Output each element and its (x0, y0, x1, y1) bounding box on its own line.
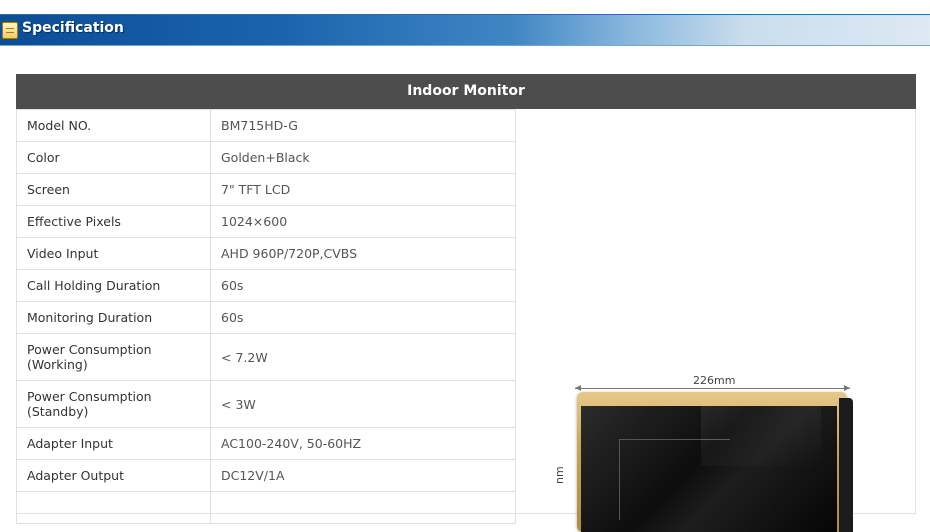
spec-value: BM715HD-G (210, 109, 516, 142)
table-row: Screen 7" TFT LCD (16, 173, 516, 206)
device-screen (581, 406, 837, 532)
spec-value: 1024×600 (210, 205, 516, 238)
spec-label (16, 491, 211, 524)
spec-table: Model NO. BM715HD-G Color Golden+Black S… (16, 109, 516, 524)
width-dimension-label: 226mm (693, 374, 736, 387)
spec-value: DC12V/1A (210, 459, 516, 492)
spec-value: AC100-240V, 50-60HZ (210, 427, 516, 460)
spec-value (210, 491, 516, 524)
table-icon (2, 22, 18, 39)
spec-value: 60s (210, 269, 516, 302)
spec-label: Call Holding Duration (16, 269, 211, 302)
table-row: Monitoring Duration 60s (16, 301, 516, 334)
table-row: Power Consumption (Working) < 7.2W (16, 333, 516, 381)
spec-value: AHD 960P/720P,CVBS (210, 237, 516, 270)
width-dimension-arrow (575, 385, 850, 391)
spec-label: Adapter Output (16, 459, 211, 492)
section-title: Specification (22, 20, 124, 36)
spec-label: Adapter Input (16, 427, 211, 460)
height-dimension-label: nm (553, 466, 566, 484)
table-row: Model NO. BM715HD-G (16, 109, 516, 142)
spec-label: Model NO. (16, 109, 211, 142)
indoor-monitor-device (577, 392, 853, 532)
table-row: Power Consumption (Standby) < 3W (16, 380, 516, 428)
table-row: Adapter Input AC100-240V, 50-60HZ (16, 427, 516, 460)
table-row: Call Holding Duration 60s (16, 269, 516, 302)
product-image: 226mm nm (553, 370, 885, 532)
table-row: Effective Pixels 1024×600 (16, 205, 516, 238)
spec-label: Color (16, 141, 211, 174)
spec-value: 60s (210, 301, 516, 334)
spec-label: Power Consumption (Working) (16, 333, 211, 381)
spec-value: 7" TFT LCD (210, 173, 516, 206)
spec-label: Video Input (16, 237, 211, 270)
spec-label: Monitoring Duration (16, 301, 211, 334)
spec-value: Golden+Black (210, 141, 516, 174)
panel-title: Indoor Monitor (16, 74, 916, 109)
table-row: Color Golden+Black (16, 141, 516, 174)
spec-label: Power Consumption (Standby) (16, 380, 211, 428)
spec-value: < 7.2W (210, 333, 516, 381)
spec-value: < 3W (210, 380, 516, 428)
device-side-edge (839, 398, 853, 532)
section-header: Specification (0, 14, 930, 46)
spec-label: Effective Pixels (16, 205, 211, 238)
spec-label: Screen (16, 173, 211, 206)
table-row: Video Input AHD 960P/720P,CVBS (16, 237, 516, 270)
table-row: Adapter Output DC12V/1A (16, 459, 516, 492)
table-row (16, 491, 516, 524)
